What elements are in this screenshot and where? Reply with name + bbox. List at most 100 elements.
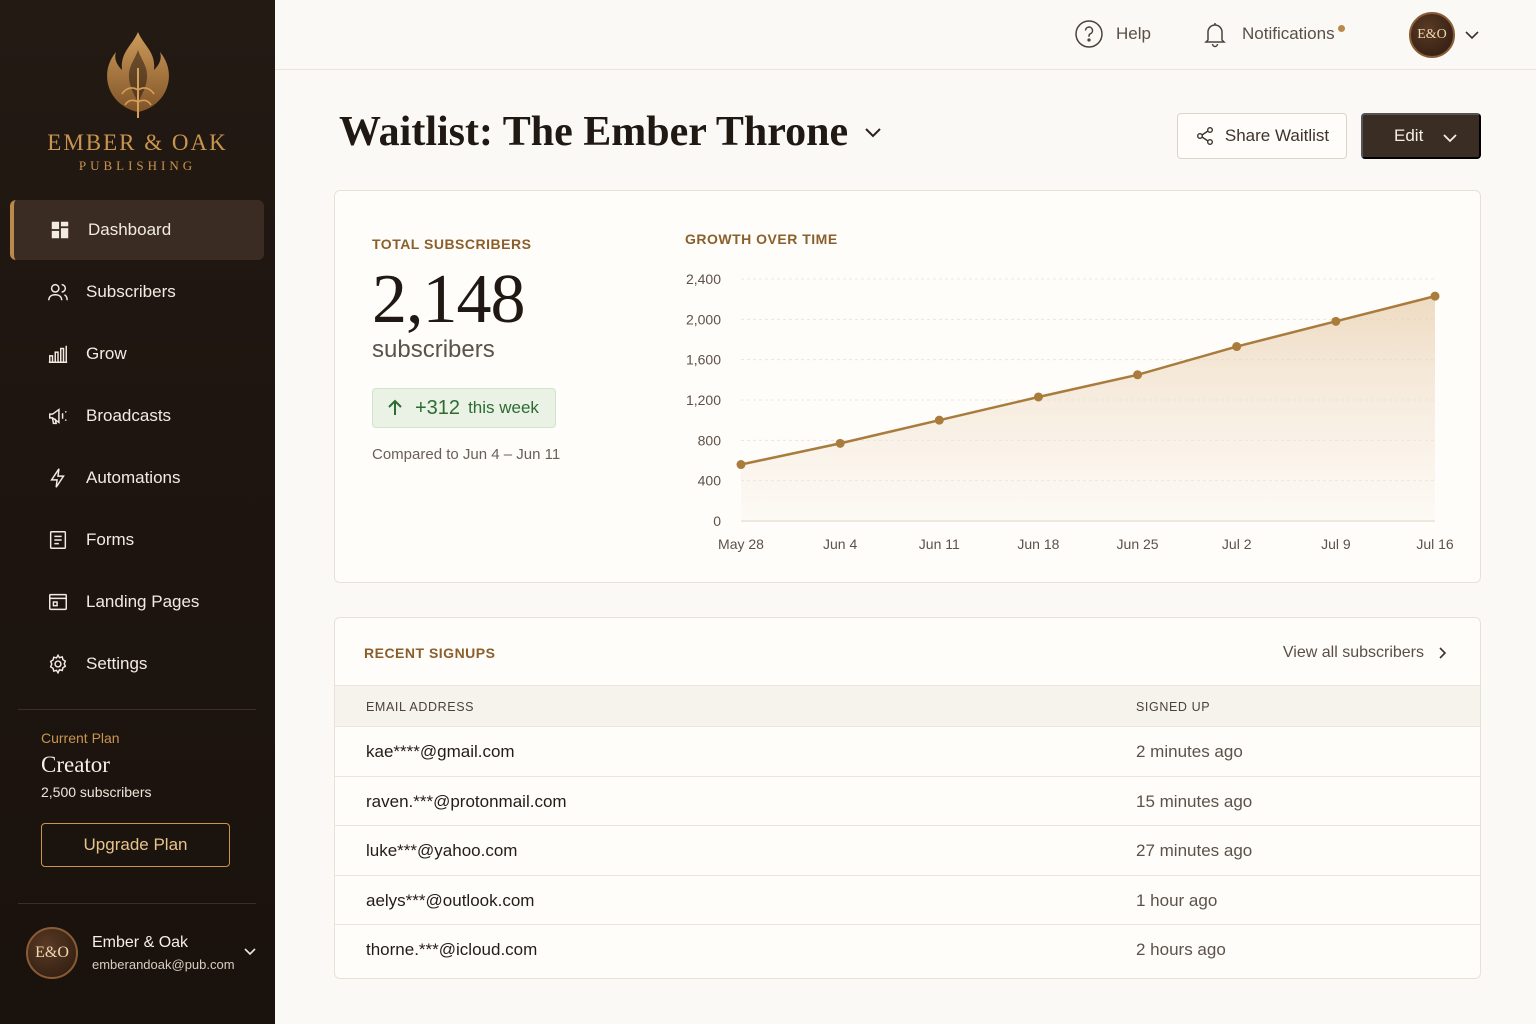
y-tick-label: 0 bbox=[713, 513, 721, 529]
column-header-signed-up: SIGNED UP bbox=[1136, 700, 1211, 714]
help-icon bbox=[1075, 20, 1103, 48]
user-avatar[interactable]: E&O bbox=[1409, 12, 1455, 58]
sidebar-item-label: Broadcasts bbox=[86, 406, 172, 425]
account-switcher[interactable]: E&O Ember & Oak emberandoak@pub.com bbox=[26, 926, 262, 980]
table-header: EMAIL ADDRESS SIGNED UP bbox=[335, 685, 1480, 727]
dashboard-icon bbox=[48, 218, 72, 242]
share-waitlist-button[interactable]: Share Waitlist bbox=[1177, 113, 1347, 159]
gear-icon bbox=[46, 652, 70, 676]
brand: EMBER & OAK PUBLISHING bbox=[0, 28, 275, 174]
y-tick-label: 1,600 bbox=[686, 352, 721, 368]
sidebar-item-settings[interactable]: Settings bbox=[10, 634, 264, 694]
sidebar-item-dashboard[interactable]: Dashboard bbox=[10, 200, 264, 260]
edit-button[interactable]: Edit bbox=[1361, 113, 1481, 159]
x-tick-label: Jul 16 bbox=[1416, 536, 1454, 552]
top-bar: Help Notifications E&O bbox=[275, 0, 1536, 70]
row-email: kae****@gmail.com bbox=[366, 742, 515, 761]
data-point bbox=[1331, 316, 1341, 326]
data-point bbox=[1232, 342, 1242, 352]
sidebar-item-broadcasts[interactable]: Broadcasts bbox=[10, 386, 264, 446]
chevron-right-icon bbox=[1439, 647, 1447, 659]
divider bbox=[18, 903, 256, 904]
sidebar-item-automations[interactable]: Automations bbox=[10, 448, 264, 508]
notifications-button[interactable]: Notifications bbox=[1200, 19, 1345, 49]
upgrade-plan-button[interactable]: Upgrade Plan bbox=[41, 823, 230, 867]
share-label: Share Waitlist bbox=[1224, 126, 1330, 145]
data-point bbox=[736, 460, 746, 470]
table-row[interactable]: thorne.***@icloud.com 2 hours ago bbox=[335, 925, 1480, 975]
arrow-up-icon bbox=[388, 399, 402, 415]
sidebar-item-landing-pages[interactable]: Landing Pages bbox=[10, 572, 264, 632]
x-tick-label: Jun 25 bbox=[1117, 536, 1159, 552]
table-row[interactable]: aelys***@outlook.com 1 hour ago bbox=[335, 876, 1480, 925]
y-tick-label: 800 bbox=[698, 432, 722, 448]
view-all-subscribers-link[interactable]: View all subscribers bbox=[1283, 644, 1450, 662]
sidebar-item-grow[interactable]: Grow bbox=[10, 324, 264, 384]
y-tick-label: 1,200 bbox=[686, 392, 721, 408]
table-row[interactable]: kae****@gmail.com 2 minutes ago bbox=[335, 727, 1480, 777]
plan-label: Current Plan bbox=[41, 730, 120, 746]
page-title-selector[interactable]: Waitlist: The Ember Throne bbox=[339, 108, 884, 156]
share-icon bbox=[1196, 127, 1213, 145]
x-tick-label: Jun 4 bbox=[823, 536, 857, 552]
users-icon bbox=[46, 280, 70, 304]
data-point bbox=[934, 415, 944, 425]
megaphone-icon bbox=[46, 404, 70, 428]
data-point bbox=[1133, 370, 1143, 380]
comparison-text: Compared to Jun 4 – Jun 11 bbox=[372, 446, 561, 463]
help-label: Help bbox=[1116, 24, 1151, 43]
growth-chart: 0 400 800 1,200 1,600 2,000 2,400 May 28 Jun 4 Ju… bbox=[686, 271, 1454, 552]
x-tick-label: May 28 bbox=[718, 536, 764, 552]
sidebar-item-subscribers[interactable]: Subscribers bbox=[10, 262, 264, 322]
bar-chart-icon bbox=[46, 342, 70, 366]
x-tick-label: Jul 2 bbox=[1222, 536, 1252, 552]
chevron-down-icon bbox=[865, 128, 881, 138]
sidebar-item-label: Forms bbox=[86, 530, 135, 549]
row-time: 2 hours ago bbox=[1136, 940, 1226, 959]
row-time: 15 minutes ago bbox=[1136, 791, 1253, 811]
bell-icon bbox=[1204, 23, 1226, 48]
row-time: 2 minutes ago bbox=[1136, 742, 1243, 761]
sidebar-item-label: Dashboard bbox=[88, 220, 172, 239]
column-header-email: EMAIL ADDRESS bbox=[366, 700, 475, 714]
delta-value: +312 bbox=[415, 396, 461, 419]
edit-label: Edit bbox=[1394, 126, 1424, 145]
data-point bbox=[835, 438, 845, 448]
sidebar-item-label: Automations bbox=[86, 468, 181, 487]
table-row[interactable]: luke***@yahoo.com 27 minutes ago bbox=[335, 826, 1480, 876]
row-time: 27 minutes ago bbox=[1136, 841, 1253, 860]
account-email: emberandoak@pub.com bbox=[92, 957, 235, 972]
chart-title: GROWTH OVER TIME bbox=[685, 231, 838, 247]
table-row[interactable]: raven.***@protonmail.com 15 minutes ago bbox=[335, 777, 1480, 826]
subscriber-count: 2,148 bbox=[372, 261, 526, 338]
signups-title: RECENT SIGNUPS bbox=[364, 645, 496, 661]
stat-label: TOTAL SUBSCRIBERS bbox=[372, 236, 532, 252]
form-icon bbox=[46, 528, 70, 552]
row-email: aelys***@outlook.com bbox=[366, 890, 535, 910]
page-title: Waitlist: The Ember Throne bbox=[339, 109, 849, 155]
row-time: 1 hour ago bbox=[1136, 890, 1218, 910]
series-area bbox=[741, 296, 1435, 521]
sidebar-item-forms[interactable]: Forms bbox=[10, 510, 264, 570]
plan-limit: 2,500 subscribers bbox=[41, 784, 152, 800]
sidebar-nav: Dashboard Subscribers Grow Broadcasts Au… bbox=[10, 200, 264, 696]
account-name: Ember & Oak bbox=[92, 934, 189, 951]
x-tick-label: Jun 18 bbox=[1017, 536, 1059, 552]
landing-page-icon bbox=[46, 590, 70, 614]
brand-subtitle: PUBLISHING bbox=[78, 158, 197, 173]
weekly-change-badge: +312 this week bbox=[372, 388, 556, 428]
help-button[interactable]: Help bbox=[1074, 19, 1151, 49]
signups-table: kae****@gmail.com 2 minutes ago raven.**… bbox=[335, 727, 1480, 975]
stats-card: TOTAL SUBSCRIBERS 2,148 subscribers +312… bbox=[334, 190, 1481, 583]
y-tick-label: 400 bbox=[698, 473, 722, 489]
notifications-label: Notifications bbox=[1242, 24, 1335, 43]
view-all-label: View all subscribers bbox=[1282, 644, 1424, 661]
chevron-down-icon[interactable] bbox=[1463, 26, 1481, 44]
data-point bbox=[1033, 392, 1043, 402]
x-tick-label: Jul 9 bbox=[1321, 536, 1351, 552]
brand-name: EMBER & OAK bbox=[47, 130, 228, 155]
sidebar-item-label: Landing Pages bbox=[86, 592, 200, 611]
sidebar: EMBER & OAK PUBLISHING Dashboard Subscri… bbox=[0, 0, 275, 1024]
data-point bbox=[1430, 291, 1440, 301]
flame-logo-icon bbox=[106, 32, 169, 118]
